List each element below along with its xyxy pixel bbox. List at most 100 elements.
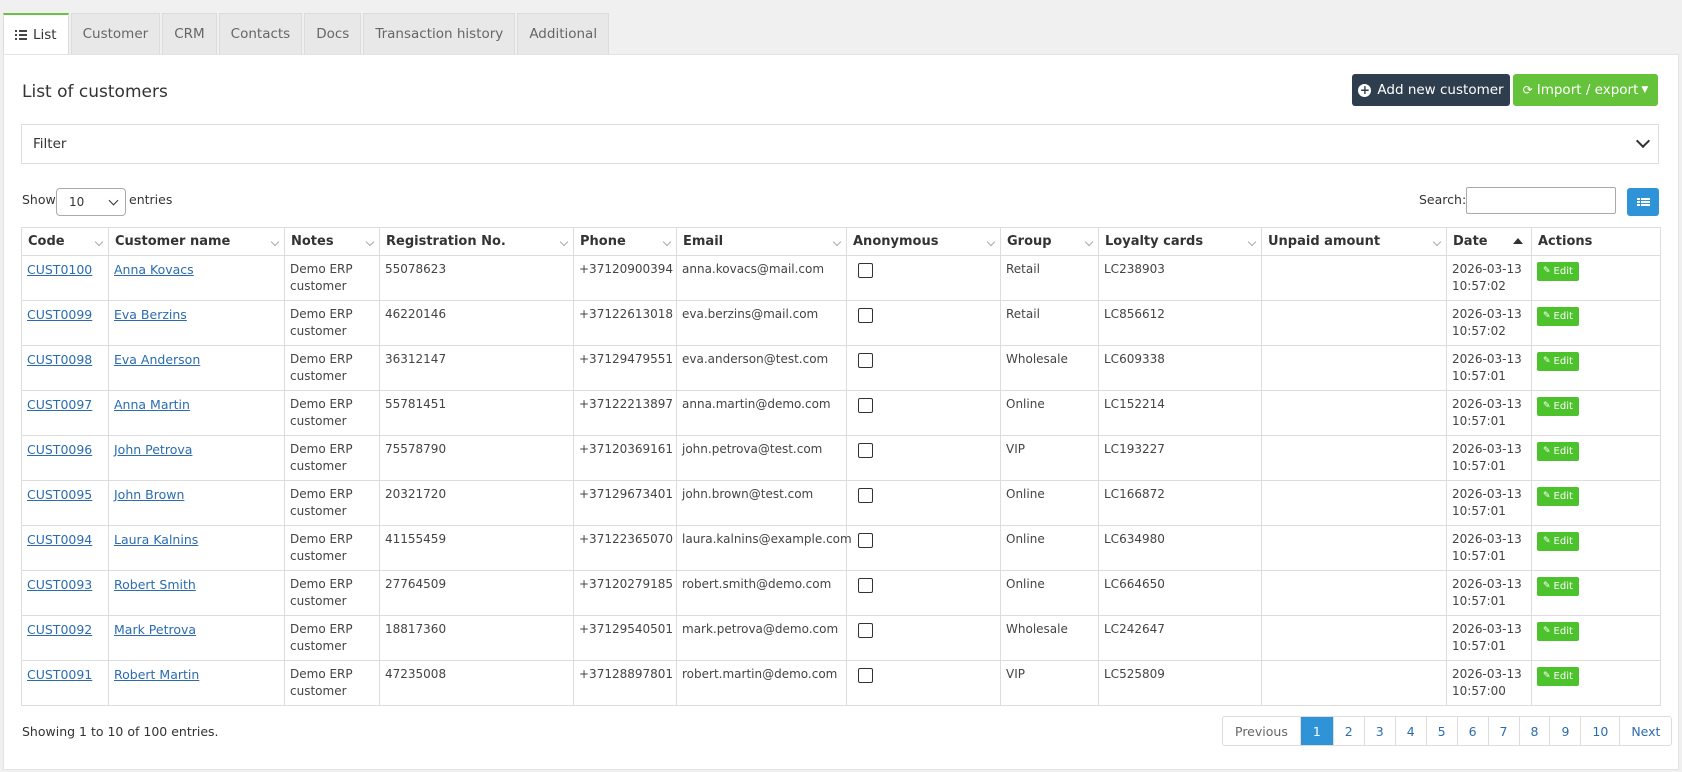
edit-button[interactable]: ✎ Edit bbox=[1537, 307, 1579, 326]
anonymous-checkbox[interactable] bbox=[858, 488, 873, 503]
edit-button[interactable]: ✎ Edit bbox=[1537, 622, 1579, 641]
customer-name-link[interactable]: Laura Kalnins bbox=[114, 532, 198, 547]
column-header-email[interactable]: Email bbox=[676, 227, 847, 256]
tab-crm[interactable]: CRM bbox=[162, 13, 217, 54]
email-cell: anna.kovacs@mail.com bbox=[676, 255, 847, 301]
table-row: CUST0091 Robert Martin Demo ERP customer … bbox=[21, 660, 1661, 706]
pagination-page[interactable]: 5 bbox=[1425, 717, 1457, 745]
date-cell: 2026-03-13 10:57:01 bbox=[1446, 435, 1532, 481]
customer-name-link[interactable]: Anna Kovacs bbox=[114, 262, 194, 277]
tab-list[interactable]: List bbox=[3, 13, 69, 55]
customer-code-link[interactable]: CUST0100 bbox=[27, 262, 92, 277]
pagination-page[interactable]: 10 bbox=[1580, 717, 1619, 745]
customer-code-link[interactable]: CUST0099 bbox=[27, 307, 92, 322]
customer-code-link[interactable]: CUST0096 bbox=[27, 442, 92, 457]
date-cell: 2026-03-13 10:57:00 bbox=[1446, 660, 1532, 706]
anonymous-checkbox[interactable] bbox=[858, 668, 873, 683]
pencil-icon: ✎ bbox=[1543, 401, 1551, 411]
column-header-phone[interactable]: Phone bbox=[573, 227, 677, 256]
date-cell: 2026-03-13 10:57:01 bbox=[1446, 525, 1532, 571]
column-header-loyalty-cards[interactable]: Loyalty cards bbox=[1098, 227, 1262, 256]
anonymous-checkbox[interactable] bbox=[858, 353, 873, 368]
registration-cell: 41155459 bbox=[379, 525, 574, 571]
tab-docs[interactable]: Docs bbox=[304, 13, 362, 54]
unpaid-cell bbox=[1261, 570, 1447, 616]
pagination-previous[interactable]: Previous bbox=[1223, 717, 1300, 745]
anonymous-checkbox[interactable] bbox=[858, 623, 873, 638]
edit-button[interactable]: ✎ Edit bbox=[1537, 487, 1579, 506]
anonymous-checkbox[interactable] bbox=[858, 533, 873, 548]
column-header-registration-no[interactable]: Registration No. bbox=[379, 227, 574, 256]
list-icon bbox=[15, 30, 27, 40]
loyalty-cell: LC609338 bbox=[1098, 345, 1262, 391]
add-customer-button[interactable]: + Add new customer bbox=[1352, 74, 1510, 106]
anonymous-checkbox[interactable] bbox=[858, 578, 873, 593]
customer-name-link[interactable]: Eva Berzins bbox=[114, 307, 187, 322]
customer-code-link[interactable]: CUST0094 bbox=[27, 532, 92, 547]
pagination-page[interactable]: 4 bbox=[1394, 717, 1426, 745]
edit-button[interactable]: ✎ Edit bbox=[1537, 397, 1579, 416]
anonymous-checkbox[interactable] bbox=[858, 263, 873, 278]
customer-code-link[interactable]: CUST0098 bbox=[27, 352, 92, 367]
group-cell: Retail bbox=[1000, 255, 1099, 301]
customer-code-link[interactable]: CUST0092 bbox=[27, 622, 92, 637]
tab-transaction-history[interactable]: Transaction history bbox=[363, 13, 516, 54]
edit-button[interactable]: ✎ Edit bbox=[1537, 352, 1579, 371]
edit-button[interactable]: ✎ Edit bbox=[1537, 262, 1579, 281]
anonymous-checkbox[interactable] bbox=[858, 308, 873, 323]
customer-code-link[interactable]: CUST0091 bbox=[27, 667, 92, 682]
tab-additional[interactable]: Additional bbox=[517, 13, 610, 54]
customer-code-link[interactable]: CUST0093 bbox=[27, 577, 92, 592]
import-export-button[interactable]: ⟳ Import / export ▼ bbox=[1513, 74, 1658, 106]
notes-cell: Demo ERP customer bbox=[284, 345, 380, 391]
column-header-date[interactable]: Date bbox=[1446, 227, 1532, 256]
pagination-next[interactable]: Next bbox=[1619, 717, 1671, 745]
phone-cell: +37120900394 bbox=[573, 255, 677, 301]
tab-bar: List Customer CRM Contacts Docs Transact… bbox=[3, 13, 611, 55]
notes-cell: Demo ERP customer bbox=[284, 660, 380, 706]
column-header-customer-name[interactable]: Customer name bbox=[108, 227, 285, 256]
edit-button[interactable]: ✎ Edit bbox=[1537, 577, 1579, 596]
table-row: CUST0095 John Brown Demo ERP customer 203… bbox=[21, 480, 1661, 526]
column-header-anonymous[interactable]: Anonymous bbox=[846, 227, 1001, 256]
customer-code-link[interactable]: CUST0095 bbox=[27, 487, 92, 502]
column-header-unpaid-amount[interactable]: Unpaid amount bbox=[1261, 227, 1447, 256]
column-header-code[interactable]: Code bbox=[21, 227, 109, 256]
unpaid-cell bbox=[1261, 255, 1447, 301]
pencil-icon: ✎ bbox=[1543, 266, 1551, 276]
pagination-page[interactable]: 7 bbox=[1487, 717, 1519, 745]
column-view-button[interactable] bbox=[1627, 188, 1659, 216]
loyalty-cell: LC525809 bbox=[1098, 660, 1262, 706]
pagination-page[interactable]: 6 bbox=[1456, 717, 1488, 745]
customer-code-link[interactable]: CUST0097 bbox=[27, 397, 92, 412]
customer-name-link[interactable]: Mark Petrova bbox=[114, 622, 196, 637]
edit-button[interactable]: ✎ Edit bbox=[1537, 532, 1579, 551]
column-header-group[interactable]: Group bbox=[1000, 227, 1099, 256]
customer-name-link[interactable]: Robert Smith bbox=[114, 577, 196, 592]
customer-name-link[interactable]: Robert Martin bbox=[114, 667, 199, 682]
notes-cell: Demo ERP customer bbox=[284, 615, 380, 661]
anonymous-checkbox[interactable] bbox=[858, 398, 873, 413]
edit-button[interactable]: ✎ Edit bbox=[1537, 442, 1579, 461]
email-cell: eva.berzins@mail.com bbox=[676, 300, 847, 346]
edit-button[interactable]: ✎ Edit bbox=[1537, 667, 1579, 686]
customer-name-link[interactable]: Eva Anderson bbox=[114, 352, 200, 367]
notes-cell: Demo ERP customer bbox=[284, 435, 380, 481]
pagination-page[interactable]: 8 bbox=[1518, 717, 1550, 745]
pagination-page[interactable]: 9 bbox=[1549, 717, 1580, 745]
entries-select[interactable]: 10 bbox=[56, 188, 126, 216]
pagination-page[interactable]: 2 bbox=[1332, 717, 1364, 745]
customer-name-link[interactable]: John Petrova bbox=[114, 442, 192, 457]
search-input[interactable] bbox=[1466, 187, 1616, 214]
customer-name-link[interactable]: John Brown bbox=[114, 487, 184, 502]
tab-contacts[interactable]: Contacts bbox=[218, 13, 303, 54]
customer-name-link[interactable]: Anna Martin bbox=[114, 397, 190, 412]
pagination-page[interactable]: 1 bbox=[1299, 717, 1333, 745]
tab-label: Additional bbox=[529, 26, 598, 42]
column-header-notes[interactable]: Notes bbox=[284, 227, 380, 256]
tab-customer[interactable]: Customer bbox=[70, 13, 161, 54]
filter-panel-toggle[interactable]: Filter bbox=[21, 124, 1659, 164]
notes-cell: Demo ERP customer bbox=[284, 480, 380, 526]
pagination-page[interactable]: 3 bbox=[1363, 717, 1395, 745]
anonymous-checkbox[interactable] bbox=[858, 443, 873, 458]
